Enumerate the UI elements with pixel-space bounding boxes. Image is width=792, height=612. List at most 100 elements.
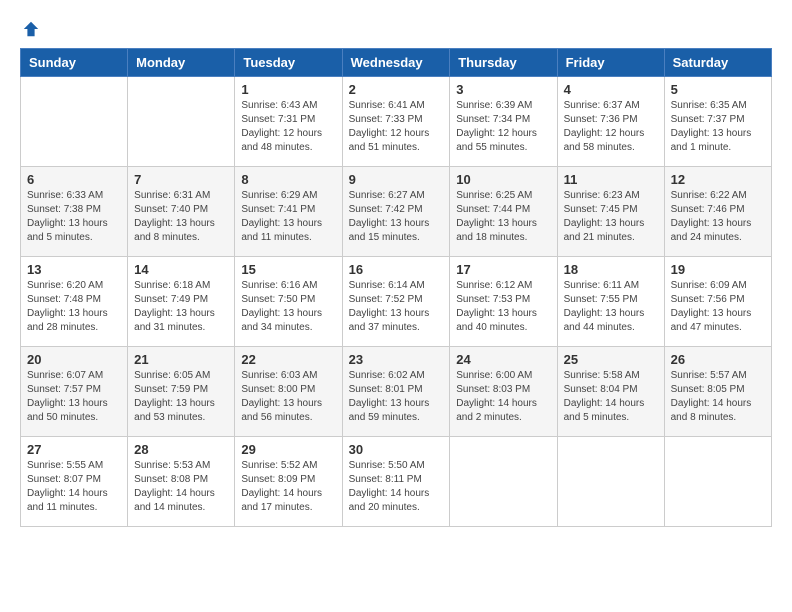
calendar-cell: 1 Sunrise: 6:43 AMSunset: 7:31 PMDaylight… — [235, 77, 342, 167]
day-info: Sunrise: 5:53 AMSunset: 8:08 PMDaylight:… — [134, 459, 228, 515]
day-number: 21 — [134, 352, 228, 367]
calendar-cell: 10 Sunrise: 6:25 AMSunset: 7:44 PMDayligh… — [450, 167, 557, 257]
calendar-cell: 3 Sunrise: 6:39 AMSunset: 7:34 PMDaylight… — [450, 77, 557, 167]
day-info: Sunrise: 6:31 AMSunset: 7:40 PMDaylight:… — [134, 189, 228, 245]
day-info: Sunrise: 6:11 AMSunset: 7:55 PMDaylight:… — [564, 279, 658, 335]
day-number: 27 — [27, 442, 121, 457]
day-info: Sunrise: 5:55 AMSunset: 8:07 PMDaylight:… — [27, 459, 121, 515]
calendar-cell: 26Sunrise: 5:57 AMSunset: 8:05 PMDayligh… — [664, 347, 771, 437]
day-number: 7 — [134, 172, 228, 187]
day-number: 6 — [27, 172, 121, 187]
weekday-header-friday: Friday — [557, 49, 664, 77]
calendar-cell: 27 Sunrise: 5:55 AMSunset: 8:07 PMDayligh… — [21, 437, 128, 527]
day-number: 19 — [671, 262, 765, 277]
day-number: 23 — [349, 352, 444, 367]
day-info: Sunrise: 5:58 AMSunset: 8:04 PMDaylight:… — [564, 369, 658, 425]
day-info: Sunrise: 6:41 AMSunset: 7:33 PMDaylight:… — [349, 99, 444, 155]
calendar-cell — [21, 77, 128, 167]
day-info: Sunrise: 6:39 AMSunset: 7:34 PMDaylight:… — [456, 99, 550, 155]
calendar-cell — [557, 437, 664, 527]
calendar-week-2: 6 Sunrise: 6:33 AMSunset: 7:38 PMDaylight… — [21, 167, 772, 257]
calendar-cell: 22 Sunrise: 6:03 AMSunset: 8:00 PMDayligh… — [235, 347, 342, 437]
day-number: 16 — [349, 262, 444, 277]
day-info: Sunrise: 6:29 AMSunset: 7:41 PMDaylight:… — [241, 189, 335, 245]
day-info: Sunrise: 6:12 AMSunset: 7:53 PMDaylight:… — [456, 279, 550, 335]
calendar-cell — [450, 437, 557, 527]
page-header — [20, 20, 772, 38]
day-info: Sunrise: 6:02 AMSunset: 8:01 PMDaylight:… — [349, 369, 444, 425]
calendar-cell: 8 Sunrise: 6:29 AMSunset: 7:41 PMDaylight… — [235, 167, 342, 257]
day-info: Sunrise: 5:50 AMSunset: 8:11 PMDaylight:… — [349, 459, 444, 515]
calendar-cell: 21 Sunrise: 6:05 AMSunset: 7:59 PMDayligh… — [128, 347, 235, 437]
weekday-header-monday: Monday — [128, 49, 235, 77]
day-info: Sunrise: 6:27 AMSunset: 7:42 PMDaylight:… — [349, 189, 444, 245]
day-number: 17 — [456, 262, 550, 277]
day-info: Sunrise: 6:25 AMSunset: 7:44 PMDaylight:… — [456, 189, 550, 245]
calendar-cell: 13 Sunrise: 6:20 AMSunset: 7:48 PMDayligh… — [21, 257, 128, 347]
calendar-cell: 16 Sunrise: 6:14 AMSunset: 7:52 PMDayligh… — [342, 257, 450, 347]
calendar-week-1: 1 Sunrise: 6:43 AMSunset: 7:31 PMDaylight… — [21, 77, 772, 167]
day-info: Sunrise: 6:14 AMSunset: 7:52 PMDaylight:… — [349, 279, 444, 335]
calendar-cell: 28Sunrise: 5:53 AMSunset: 8:08 PMDayligh… — [128, 437, 235, 527]
calendar-cell: 18 Sunrise: 6:11 AMSunset: 7:55 PMDayligh… — [557, 257, 664, 347]
day-number: 5 — [671, 82, 765, 97]
calendar-week-4: 20 Sunrise: 6:07 AMSunset: 7:57 PMDayligh… — [21, 347, 772, 437]
calendar-cell: 2 Sunrise: 6:41 AMSunset: 7:33 PMDaylight… — [342, 77, 450, 167]
day-number: 2 — [349, 82, 444, 97]
day-number: 22 — [241, 352, 335, 367]
day-number: 15 — [241, 262, 335, 277]
calendar-cell: 9 Sunrise: 6:27 AMSunset: 7:42 PMDaylight… — [342, 167, 450, 257]
day-info: Sunrise: 6:35 AMSunset: 7:37 PMDaylight:… — [671, 99, 765, 155]
day-info: Sunrise: 6:05 AMSunset: 7:59 PMDaylight:… — [134, 369, 228, 425]
day-info: Sunrise: 6:20 AMSunset: 7:48 PMDaylight:… — [27, 279, 121, 335]
day-number: 18 — [564, 262, 658, 277]
day-number: 1 — [241, 82, 335, 97]
day-number: 4 — [564, 82, 658, 97]
calendar-cell: 12 Sunrise: 6:22 AMSunset: 7:46 PMDayligh… — [664, 167, 771, 257]
day-info: Sunrise: 6:37 AMSunset: 7:36 PMDaylight:… — [564, 99, 658, 155]
day-info: Sunrise: 5:57 AMSunset: 8:05 PMDaylight:… — [671, 369, 765, 425]
day-number: 3 — [456, 82, 550, 97]
day-number: 25 — [564, 352, 658, 367]
day-info: Sunrise: 6:43 AMSunset: 7:31 PMDaylight:… — [241, 99, 335, 155]
day-info: Sunrise: 6:16 AMSunset: 7:50 PMDaylight:… — [241, 279, 335, 335]
day-info: Sunrise: 6:33 AMSunset: 7:38 PMDaylight:… — [27, 189, 121, 245]
day-number: 20 — [27, 352, 121, 367]
day-number: 29 — [241, 442, 335, 457]
day-number: 9 — [349, 172, 444, 187]
calendar-cell: 4 Sunrise: 6:37 AMSunset: 7:36 PMDaylight… — [557, 77, 664, 167]
day-info: Sunrise: 6:07 AMSunset: 7:57 PMDaylight:… — [27, 369, 121, 425]
weekday-header-saturday: Saturday — [664, 49, 771, 77]
calendar-cell: 6 Sunrise: 6:33 AMSunset: 7:38 PMDaylight… — [21, 167, 128, 257]
day-number: 30 — [349, 442, 444, 457]
day-info: Sunrise: 5:52 AMSunset: 8:09 PMDaylight:… — [241, 459, 335, 515]
day-info: Sunrise: 6:18 AMSunset: 7:49 PMDaylight:… — [134, 279, 228, 335]
calendar-cell: 11Sunrise: 6:23 AMSunset: 7:45 PMDayligh… — [557, 167, 664, 257]
calendar-cell: 20 Sunrise: 6:07 AMSunset: 7:57 PMDayligh… — [21, 347, 128, 437]
calendar-cell: 29 Sunrise: 5:52 AMSunset: 8:09 PMDayligh… — [235, 437, 342, 527]
calendar-cell: 15 Sunrise: 6:16 AMSunset: 7:50 PMDayligh… — [235, 257, 342, 347]
calendar-cell: 25 Sunrise: 5:58 AMSunset: 8:04 PMDayligh… — [557, 347, 664, 437]
logo-icon — [22, 20, 40, 38]
calendar-cell: 5 Sunrise: 6:35 AMSunset: 7:37 PMDaylight… — [664, 77, 771, 167]
calendar-week-3: 13 Sunrise: 6:20 AMSunset: 7:48 PMDayligh… — [21, 257, 772, 347]
day-info: Sunrise: 6:22 AMSunset: 7:46 PMDaylight:… — [671, 189, 765, 245]
day-number: 12 — [671, 172, 765, 187]
weekday-header-thursday: Thursday — [450, 49, 557, 77]
day-number: 14 — [134, 262, 228, 277]
weekday-header-wednesday: Wednesday — [342, 49, 450, 77]
day-number: 13 — [27, 262, 121, 277]
day-number: 10 — [456, 172, 550, 187]
calendar-table: SundayMondayTuesdayWednesdayThursdayFrid… — [20, 48, 772, 527]
weekday-header-tuesday: Tuesday — [235, 49, 342, 77]
day-info: Sunrise: 6:03 AMSunset: 8:00 PMDaylight:… — [241, 369, 335, 425]
calendar-cell: 19Sunrise: 6:09 AMSunset: 7:56 PMDayligh… — [664, 257, 771, 347]
day-info: Sunrise: 6:23 AMSunset: 7:45 PMDaylight:… — [564, 189, 658, 245]
calendar-week-5: 27 Sunrise: 5:55 AMSunset: 8:07 PMDayligh… — [21, 437, 772, 527]
calendar-cell — [664, 437, 771, 527]
calendar-cell: 23 Sunrise: 6:02 AMSunset: 8:01 PMDayligh… — [342, 347, 450, 437]
calendar-cell: 7 Sunrise: 6:31 AMSunset: 7:40 PMDaylight… — [128, 167, 235, 257]
day-number: 8 — [241, 172, 335, 187]
calendar-cell — [128, 77, 235, 167]
calendar-cell: 24Sunrise: 6:00 AMSunset: 8:03 PMDayligh… — [450, 347, 557, 437]
